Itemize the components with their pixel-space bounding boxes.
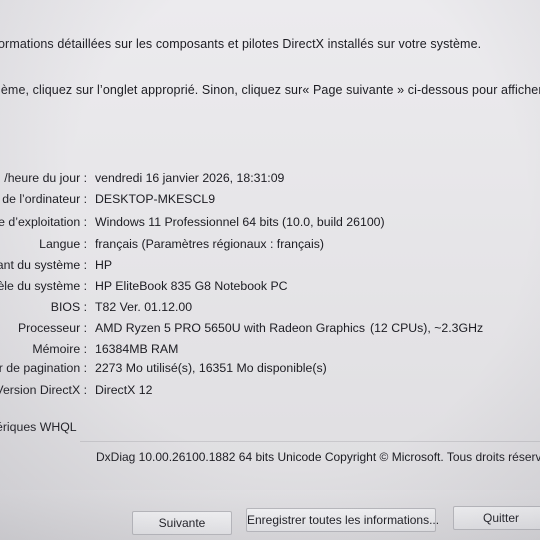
- save-all-information-button[interactable]: Enregistrer toutes les informations...: [246, 508, 439, 532]
- info-label: Mémoire :: [32, 342, 87, 356]
- info-value: vendredi 16 janvier 2026, 18:31:09: [95, 171, 285, 185]
- info-row-memory: Mémoire : 16384MB RAM: [0, 342, 540, 362]
- info-value-extra: (12 CPUs), ~2.3GHz: [370, 321, 484, 335]
- info-value: DESKTOP-MKESCL9: [95, 192, 216, 206]
- info-label: Version DirectX :: [0, 383, 87, 397]
- info-value: français (Paramètres régionaux : françai…: [95, 237, 324, 251]
- exit-button[interactable]: Quitter: [453, 506, 540, 530]
- info-value: HP EliteBook 835 G8 Notebook PC: [95, 279, 288, 293]
- info-row-os: e d’exploitation : Windows 11 Profession…: [0, 215, 540, 235]
- info-row-language: Langue : français (Paramètres régionaux …: [0, 237, 540, 257]
- info-row-model: èle du système : HP EliteBook 835 G8 Not…: [0, 279, 540, 299]
- info-label: ant du système :: [0, 258, 87, 272]
- info-row-directx: Version DirectX : DirectX 12: [0, 383, 540, 403]
- intro-text-line-1: ormations détaillées sur les composants …: [0, 37, 482, 51]
- info-value: DirectX 12: [95, 383, 153, 397]
- divider: [80, 441, 540, 442]
- whql-checkbox-label[interactable]: ériques WHQL: [0, 420, 77, 434]
- info-row-manufacturer: ant du système : HP: [0, 258, 540, 278]
- info-value: AMD Ryzen 5 PRO 5650U with Radeon Graphi…: [95, 321, 365, 335]
- intro-text-line-2: lème, cliquez sur l’onglet approprié. Si…: [0, 83, 540, 97]
- info-label: /heure du jour :: [4, 171, 87, 185]
- info-value: 2273 Mo utilisé(s), 16351 Mo disponible(…: [95, 361, 327, 375]
- info-value: T82 Ver. 01.12.00: [95, 300, 193, 314]
- info-row-bios: BIOS : T82 Ver. 01.12.00: [0, 300, 540, 320]
- copyright-text: DxDiag 10.00.26100.1882 64 bits Unicode …: [96, 450, 540, 464]
- info-row-computer-name: de l’ordinateur : DESKTOP-MKESCL9: [0, 192, 540, 212]
- info-value: 16384MB RAM: [95, 342, 179, 356]
- info-label: r de pagination :: [0, 361, 87, 375]
- info-label: de l’ordinateur :: [2, 192, 87, 206]
- next-page-button[interactable]: Suivante: [132, 511, 232, 535]
- info-label: e d’exploitation :: [0, 215, 87, 229]
- info-row-datetime: /heure du jour : vendredi 16 janvier 202…: [0, 171, 540, 191]
- info-label: Processeur :: [17, 321, 87, 335]
- info-row-page-file: r de pagination : 2273 Mo utilisé(s), 16…: [0, 361, 540, 381]
- info-value: Windows 11 Professionnel 64 bits (10.0, …: [95, 215, 385, 229]
- info-row-processor: Processeur : AMD Ryzen 5 PRO 5650U with …: [0, 321, 540, 341]
- info-value: HP: [95, 258, 113, 272]
- info-label: èle du système :: [0, 279, 87, 293]
- info-label: Langue :: [39, 237, 87, 251]
- info-label: BIOS :: [50, 300, 87, 314]
